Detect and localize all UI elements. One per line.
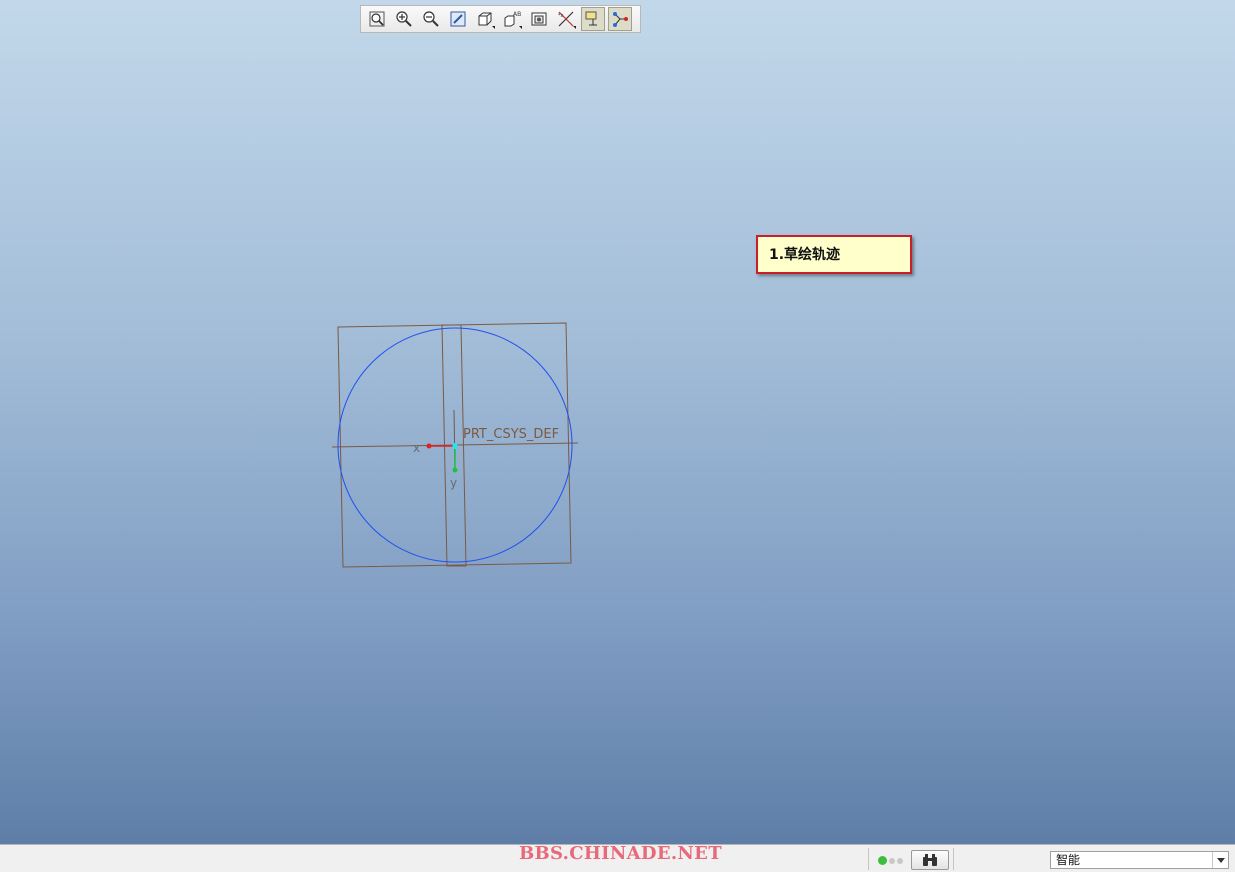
y-axis-marker bbox=[452, 467, 458, 473]
axis-y-label: y bbox=[450, 476, 457, 490]
status-dot bbox=[897, 857, 903, 864]
watermark-text: BBS.CHINADE.NET bbox=[519, 843, 722, 864]
regen-status-indicator bbox=[878, 856, 905, 865]
csys-label[interactable]: PRT_CSYS_DEF bbox=[463, 427, 559, 442]
status-separator bbox=[868, 848, 869, 870]
selection-filter-dropdown[interactable]: 智能 bbox=[1050, 851, 1229, 869]
status-bar: BBS.CHINADE.NET 智能 bbox=[0, 843, 1235, 872]
find-button[interactable] bbox=[911, 850, 949, 870]
sketch-area[interactable]: PRT_CSYS_DEF x y bbox=[0, 0, 1235, 844]
csys-origin-marker[interactable] bbox=[452, 443, 458, 449]
status-dot-active bbox=[878, 856, 887, 865]
binoculars-icon bbox=[923, 854, 937, 866]
axis-x-label: x bbox=[413, 441, 420, 455]
status-dot bbox=[889, 857, 895, 864]
chevron-down-icon[interactable] bbox=[1212, 852, 1228, 868]
x-axis-marker bbox=[426, 443, 432, 449]
status-separator bbox=[953, 848, 954, 870]
selection-filter-value: 智能 bbox=[1056, 853, 1081, 867]
graphics-window[interactable]: AB *x 1.草绘轨迹 PRT_CSYS_DEF x y bbox=[0, 0, 1235, 844]
